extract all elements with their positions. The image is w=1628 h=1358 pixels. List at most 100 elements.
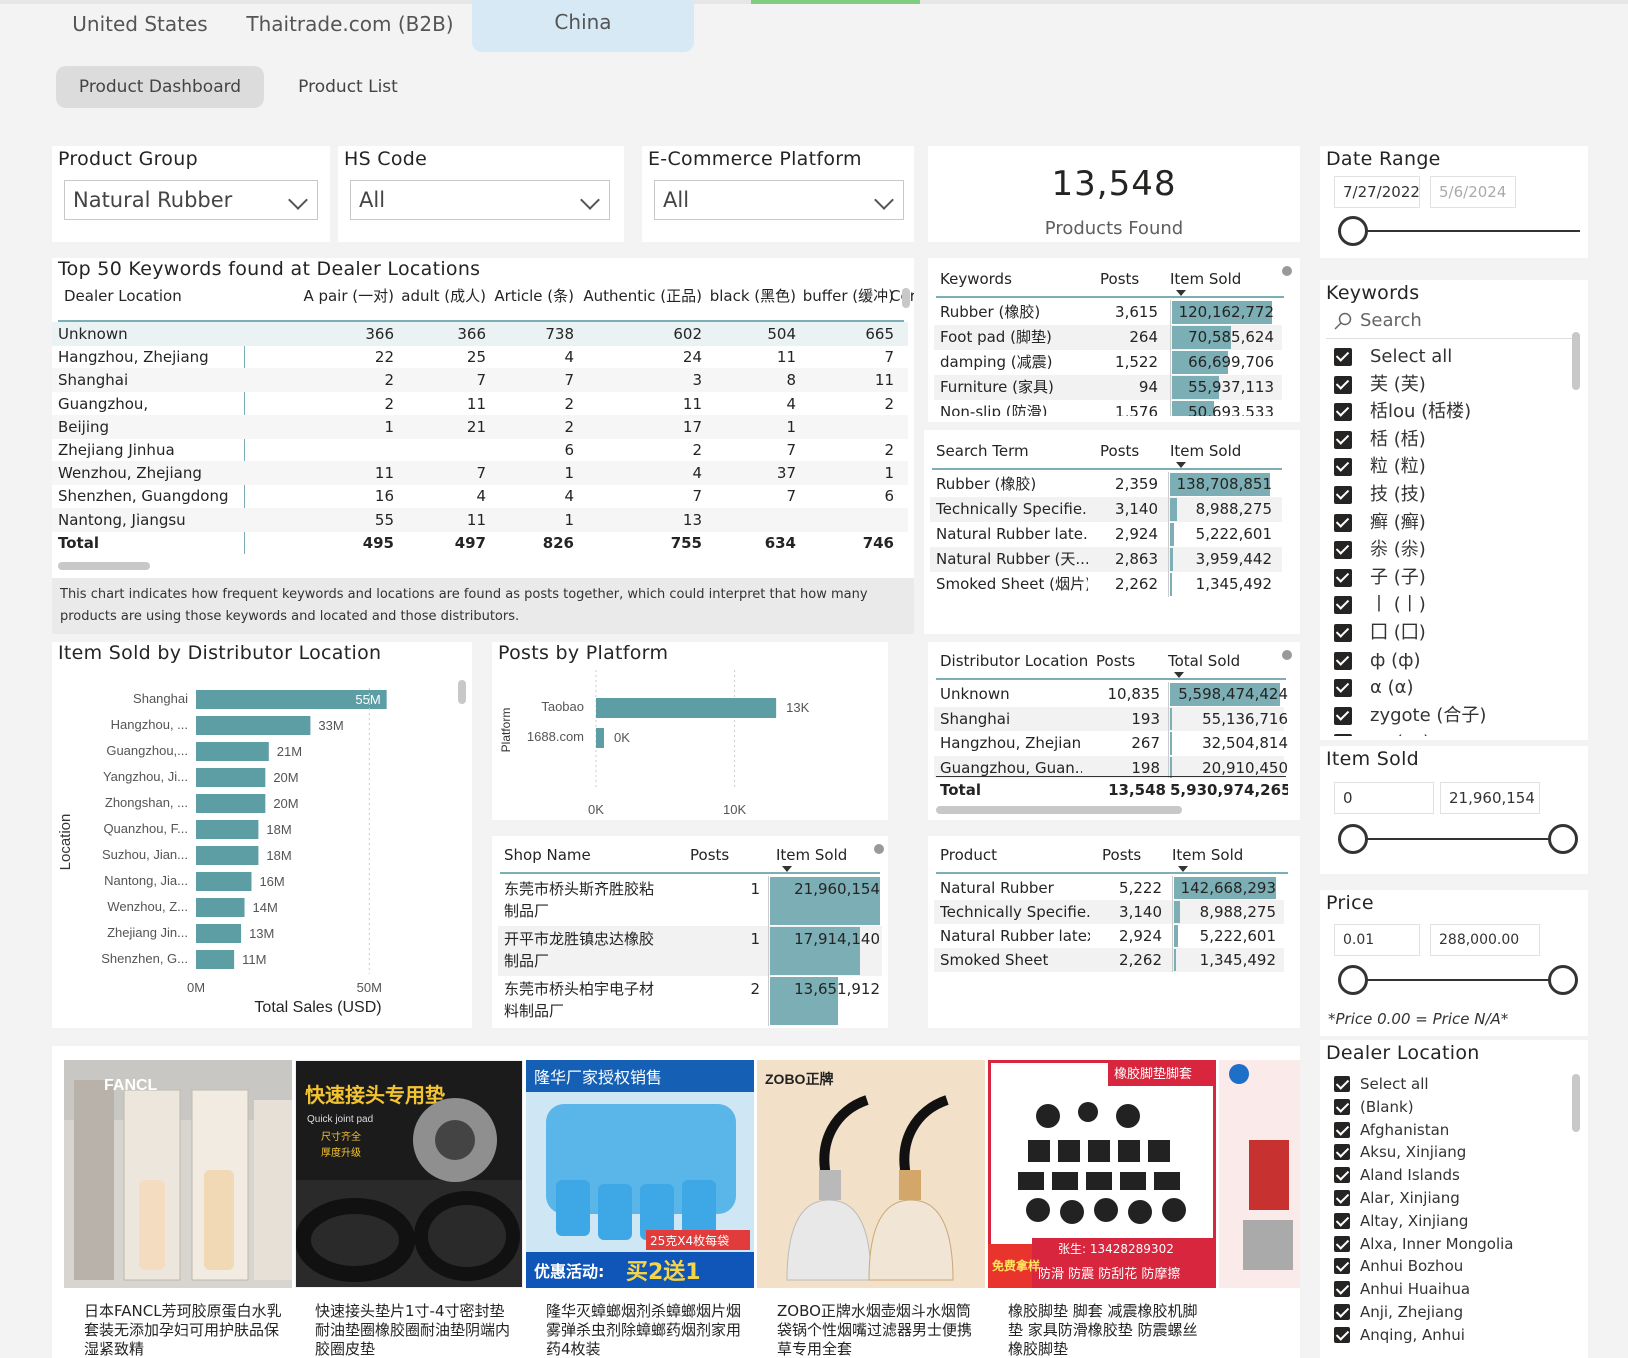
checkbox-checked-icon[interactable] <box>1334 1076 1350 1092</box>
matrix-row[interactable]: Beijing 1 21 2 17 1 <box>52 414 908 439</box>
price-max-input[interactable]: 288,000.00 <box>1430 924 1540 956</box>
posts-col-header[interactable]: Posts <box>1100 438 1139 464</box>
product-title[interactable]: 隆华灭蟑螂烟剂杀蟑螂烟片烟雾弹杀虫剂除蟑螂药烟剂家用药4枚装 <box>546 1302 746 1358</box>
keyword-option[interactable]: Select all <box>1334 346 1564 372</box>
subtab-product-dashboard[interactable]: Product Dashboard <box>56 66 264 108</box>
product-row[interactable]: Technically Specifie... 3,140 8,988,275 <box>934 900 1284 924</box>
checkbox-checked-icon[interactable] <box>1334 1098 1350 1115</box>
search-term-row[interactable]: Natural Rubber late... 2,924 5,222,601 <box>930 522 1282 547</box>
checkbox-checked-icon[interactable] <box>1334 513 1352 532</box>
distributor-row[interactable]: Hangzhou, Zhejiang 267 32,504,814 <box>934 731 1288 756</box>
checkbox-checked-icon[interactable] <box>1334 706 1352 725</box>
dealer-option[interactable]: Alxa, Inner Mongolia <box>1332 1234 1568 1256</box>
hs-code-dropdown[interactable]: All <box>350 180 610 220</box>
item-sold-slider-min-handle[interactable] <box>1338 824 1368 854</box>
matrix-row[interactable]: Zhejiang Jinhua 6 2 7 2 <box>52 438 908 462</box>
checkbox-checked-icon[interactable] <box>1334 568 1352 587</box>
dealer-option[interactable]: Anhui Huaihua <box>1332 1279 1568 1301</box>
matrix-col-header[interactable]: A pair (一对) <box>248 284 394 308</box>
tab-china[interactable]: China <box>472 0 694 52</box>
dealer-option[interactable]: Afghanistan <box>1332 1120 1568 1142</box>
keywords-scrollbar[interactable] <box>1572 332 1580 390</box>
matrix-total-row[interactable]: Total 495 497 826 755 634 746 <box>52 531 908 555</box>
checkbox-checked-icon[interactable] <box>1334 1212 1350 1229</box>
item-sold-col-header[interactable]: Item Sold <box>1170 438 1241 464</box>
keywords-row[interactable]: Foot pad (脚垫) 264 70,585,624 <box>934 325 1282 350</box>
item-sold-col-header[interactable]: Item Sold <box>1172 842 1243 868</box>
matrix-h-scrollbar[interactable] <box>58 562 150 570</box>
search-term-row[interactable]: Technically Specifie... 3,140 8,988,275 <box>930 497 1282 522</box>
distributor-col-header[interactable]: Distributor Location <box>940 648 1088 674</box>
distributor-h-scrollbar[interactable] <box>936 806 1182 814</box>
checkbox-checked-icon[interactable] <box>1334 624 1352 642</box>
checkbox-checked-icon[interactable] <box>1334 375 1352 394</box>
distributor-row[interactable]: Unknown 10,835 5,598,474,424 <box>934 682 1288 707</box>
product-card[interactable]: FANCL 日本FANCL芳珂胶原蛋白水乳套装无添加孕妇可用护肤品保湿紧致精 <box>64 1060 292 1358</box>
matrix-row[interactable]: Unknown 366 366 738 602 504 665 <box>52 322 908 346</box>
checkbox-checked-icon[interactable] <box>1334 430 1352 449</box>
keyword-option[interactable]: 技 (技) <box>1334 484 1564 510</box>
checkbox-checked-icon[interactable] <box>1334 1235 1350 1252</box>
checkbox-checked-icon[interactable] <box>1334 1121 1350 1138</box>
keywords-row[interactable]: damping (减震) 1,522 66,699,706 <box>934 350 1282 375</box>
checkbox-checked-icon[interactable] <box>1334 1281 1350 1298</box>
keyword-option[interactable]: 癣 (癣) <box>1334 512 1564 538</box>
platform-dropdown[interactable]: All <box>654 180 904 220</box>
posts-col-header[interactable]: Posts <box>1102 842 1141 868</box>
search-term-row[interactable]: Smoked Sheet (烟片) 2,262 1,345,492 <box>930 572 1282 597</box>
keyword-option[interactable]: zy (zy) <box>1334 732 1564 736</box>
product-card[interactable]: 隆华厂家授权销售 25克X4枚每袋 优惠活动: 买2送1 隆华灭蟑螂烟剂杀蟑螂烟… <box>526 1060 754 1358</box>
date-slider-start-handle[interactable] <box>1338 216 1368 246</box>
distributor-row[interactable]: Guangzhou, Guan... 198 20,910,450 <box>934 755 1288 778</box>
keyword-option[interactable]: 粒 (粒) <box>1334 456 1564 482</box>
dealer-scrollbar[interactable] <box>1572 1074 1580 1132</box>
tab-united-states[interactable]: United States <box>60 4 220 56</box>
checkbox-checked-icon[interactable] <box>1334 1304 1350 1320</box>
keyword-option[interactable]: 尜 (尜) <box>1334 539 1564 565</box>
dealer-option[interactable]: Select all <box>1332 1074 1568 1096</box>
keyword-option[interactable]: 子 (子) <box>1334 567 1564 593</box>
dealer-option[interactable]: Anqing, Anhui <box>1332 1325 1568 1347</box>
matrix-col-header[interactable]: Article (条) <box>488 284 574 308</box>
keyword-option[interactable]: 囗 (囗) <box>1334 622 1564 648</box>
product-card[interactable]: 橡胶脚垫脚套 张生: 13428289302 防滑 防震 防刮花 防摩擦 免费拿… <box>988 1060 1216 1358</box>
checkbox-checked-icon[interactable] <box>1334 1190 1350 1206</box>
checkbox-checked-icon[interactable] <box>1334 679 1352 698</box>
keywords-row[interactable]: Non-slip (防滑) 1,576 50,693,533 <box>934 400 1282 416</box>
matrix-row[interactable]: Hangzhou, Zhejiang 22 25 4 24 11 7 <box>52 345 908 369</box>
keyword-option[interactable]: 芙 (芙) <box>1334 374 1564 400</box>
matrix-col-header[interactable]: black (黑色) <box>704 284 796 308</box>
matrix-row[interactable]: Wenzhou, Zhejiang 11 7 1 4 37 1 <box>52 461 908 486</box>
search-term-row[interactable]: Natural Rubber (天... 2,863 3,959,442 <box>930 547 1282 572</box>
checkbox-checked-icon[interactable] <box>1334 651 1352 670</box>
keywords-row[interactable]: Rubber (橡胶) 3,615 120,162,772 <box>934 300 1282 325</box>
dealer-option[interactable]: Anji, Zhejiang <box>1332 1302 1568 1324</box>
search-term-col-header[interactable]: Search Term <box>936 438 1029 464</box>
matrix-row[interactable]: Guangzhou, Guangdong21121142 <box>52 392 908 437</box>
matrix-row[interactable]: Nantong, Jiangsu 55 11 1 13 <box>52 507 908 532</box>
item-sold-slider-max-handle[interactable] <box>1548 824 1578 854</box>
product-row[interactable]: Natural Rubber 5,222 142,668,293 <box>934 876 1284 900</box>
shop-row[interactable]: 开平市龙胜镇忠达橡胶 制品厂 1 17,914,140 <box>498 926 882 976</box>
shop-name-col-header[interactable]: Shop Name <box>504 842 591 868</box>
price-slider-min-handle[interactable] <box>1338 965 1368 995</box>
date-start-input[interactable]: 7/27/2022 <box>1334 176 1420 208</box>
dealer-option[interactable]: (Blank) <box>1332 1097 1568 1119</box>
checkbox-checked-icon[interactable] <box>1334 1326 1350 1343</box>
item-sold-max-input[interactable]: 21,960,154 <box>1440 782 1540 814</box>
dealer-option[interactable]: Altay, Xinjiang <box>1332 1211 1568 1233</box>
dealer-option[interactable]: Anhui Bozhou <box>1332 1256 1568 1278</box>
matrix-col-header[interactable]: Authentic (正品) <box>576 284 702 308</box>
keyword-option[interactable]: α (α) <box>1334 677 1564 703</box>
shop-row[interactable]: 东莞市桥头斯齐胜胶粘 制品厂 1 21,960,154 <box>498 876 882 926</box>
keyword-option[interactable]: 栝lou (栝楼) <box>1334 401 1564 427</box>
search-term-row[interactable]: Rubber (橡胶) 2,359 138,708,851 <box>930 472 1282 497</box>
product-title[interactable]: 快速接头垫片1寸-4寸密封垫耐油垫圈橡胶圈耐油垫阴端内胶圈皮垫 <box>315 1302 515 1358</box>
keywords-col-header[interactable]: Keywords <box>940 266 1012 292</box>
product-title[interactable]: ZOBO正牌水烟壶烟斗水烟筒袋锅个性烟嘴过滤器男士便携草专用全套 <box>777 1302 977 1358</box>
posts-col-header[interactable]: Posts <box>1100 266 1139 292</box>
product-col-header[interactable]: Product <box>940 842 997 868</box>
checkbox-checked-icon[interactable] <box>1334 348 1352 366</box>
keywords-row[interactable]: Furniture (家具) 94 55,937,113 <box>934 375 1282 400</box>
distributor-row[interactable]: Shanghai 193 55,136,716 <box>934 706 1288 731</box>
